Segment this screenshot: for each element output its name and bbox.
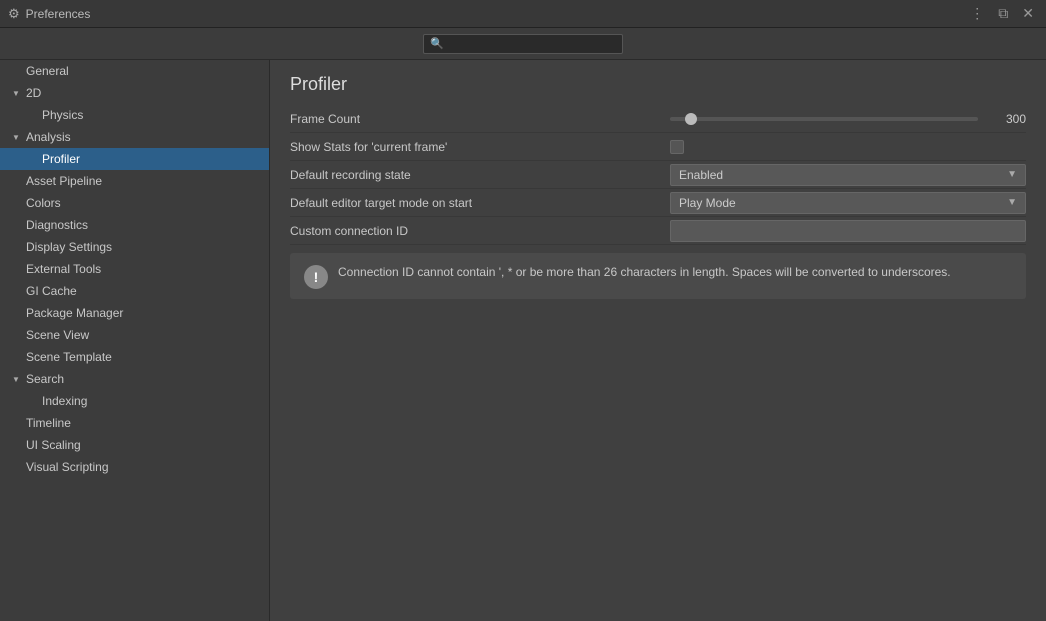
checkbox-show-stats[interactable] [670,140,684,154]
gear-icon: ⚙ [8,6,20,22]
sidebar-item-label: Timeline [26,416,71,430]
dropdown-default-recording[interactable]: Enabled ▼ [670,164,1026,186]
dropdown-default-editor-target[interactable]: Play Mode ▼ [670,192,1026,214]
sidebar-item-visual-scripting[interactable]: Visual Scripting [0,456,269,478]
setting-label-show-stats: Show Stats for 'current frame' [290,140,670,154]
sidebar-item-scene-template[interactable]: Scene Template [0,346,269,368]
search-container: 🔍 [423,34,623,54]
setting-control-default-editor-target: Play Mode ▼ [670,192,1026,214]
main-layout: General 2DPhysics Analysis Profiler Asset Pi… [0,60,1046,621]
dropdown-arrow-icon: ▼ [1007,169,1017,180]
sidebar-item-ui-scaling[interactable]: UI Scaling [0,434,269,456]
sidebar-item-display-settings[interactable]: Display Settings [0,236,269,258]
sidebar-item-label: Physics [42,108,83,122]
sidebar-item-label: 2D [26,86,41,100]
menu-button[interactable]: ⋮ [966,3,988,24]
sidebar-item-2d[interactable]: 2D [0,82,269,104]
sidebar-item-indexing[interactable]: Indexing [0,390,269,412]
sidebar-item-analysis[interactable]: Analysis [0,126,269,148]
content-header: Profiler [270,60,1046,105]
dropdown-value-default-editor-target: Play Mode [679,196,736,210]
slider-container-frame-count: 300 [670,112,1026,126]
sidebar-item-physics[interactable]: Physics [0,104,269,126]
sidebar: General 2DPhysics Analysis Profiler Asset Pi… [0,60,270,621]
sidebar-item-label: Scene View [26,328,89,342]
setting-control-show-stats [670,140,1026,154]
search-bar: 🔍 [0,28,1046,60]
window-title: Preferences [26,7,91,21]
sidebar-item-label: External Tools [26,262,101,276]
sidebar-item-gi-cache[interactable]: GI Cache [0,280,269,302]
sidebar-item-label: Search [26,372,64,386]
setting-row-default-recording: Default recording state Enabled ▼ [290,161,1026,189]
setting-label-frame-count: Frame Count [290,112,670,126]
sidebar-item-profiler[interactable]: Profiler [0,148,269,170]
sidebar-item-label: Analysis [26,130,71,144]
sidebar-item-label: Package Manager [26,306,123,320]
setting-row-custom-connection: Custom connection ID [290,217,1026,245]
setting-label-custom-connection: Custom connection ID [290,224,670,238]
sidebar-item-general[interactable]: General [0,60,269,82]
sidebar-item-label: Indexing [42,394,87,408]
setting-row-show-stats: Show Stats for 'current frame' [290,133,1026,161]
sidebar-item-timeline[interactable]: Timeline [0,412,269,434]
dropdown-value-default-recording: Enabled [679,168,723,182]
sidebar-item-label: Asset Pipeline [26,174,102,188]
content-area: Profiler Frame Count 300 Show Stats for 'c… [270,60,1046,621]
slider-thumb [685,113,697,125]
sidebar-item-diagnostics[interactable]: Diagnostics [0,214,269,236]
title-bar-left: ⚙ Preferences [8,6,90,22]
text-input-custom-connection[interactable] [670,220,1026,242]
setting-control-custom-connection [670,220,1026,242]
sidebar-item-label: UI Scaling [26,438,81,452]
setting-row-default-editor-target: Default editor target mode on startPlay … [290,189,1026,217]
setting-label-default-recording: Default recording state [290,168,670,182]
sidebar-item-scene-view[interactable]: Scene View [0,324,269,346]
title-bar-controls: ⋮ ⧉ ✕ [966,3,1038,24]
sidebar-item-label: Colors [26,196,61,210]
warning-box: ! Connection ID cannot contain ', * or b… [290,253,1026,299]
dropdown-arrow-icon: ▼ [1007,197,1017,208]
search-input[interactable] [448,38,616,50]
sidebar-item-label: Visual Scripting [26,460,109,474]
sidebar-item-label: Display Settings [26,240,112,254]
sidebar-item-asset-pipeline[interactable]: Asset Pipeline [0,170,269,192]
setting-control-default-recording: Enabled ▼ [670,164,1026,186]
slider-frame-count[interactable] [670,117,978,121]
sidebar-item-search[interactable]: Search [0,368,269,390]
sidebar-item-label: Scene Template [26,350,112,364]
settings-table: Frame Count 300 Show Stats for 'current fr… [270,105,1046,245]
sidebar-item-label: Profiler [42,152,80,166]
sidebar-item-label: Diagnostics [26,218,88,232]
setting-label-default-editor-target: Default editor target mode on start [290,196,670,210]
sidebar-item-package-manager[interactable]: Package Manager [0,302,269,324]
sidebar-item-external-tools[interactable]: External Tools [0,258,269,280]
search-icon: 🔍 [430,37,444,50]
warning-text: Connection ID cannot contain ', * or be … [338,263,951,281]
sidebar-item-label: GI Cache [26,284,77,298]
slider-value-frame-count: 300 [986,112,1026,126]
sidebar-item-label: General [26,64,69,78]
setting-row-frame-count: Frame Count 300 [290,105,1026,133]
maximize-button[interactable]: ⧉ [994,3,1012,24]
warning-icon: ! [304,265,328,289]
setting-control-frame-count: 300 [670,112,1026,126]
content-title: Profiler [290,74,1026,95]
title-bar: ⚙ Preferences ⋮ ⧉ ✕ [0,0,1046,28]
close-button[interactable]: ✕ [1018,3,1038,24]
sidebar-item-colors[interactable]: Colors [0,192,269,214]
